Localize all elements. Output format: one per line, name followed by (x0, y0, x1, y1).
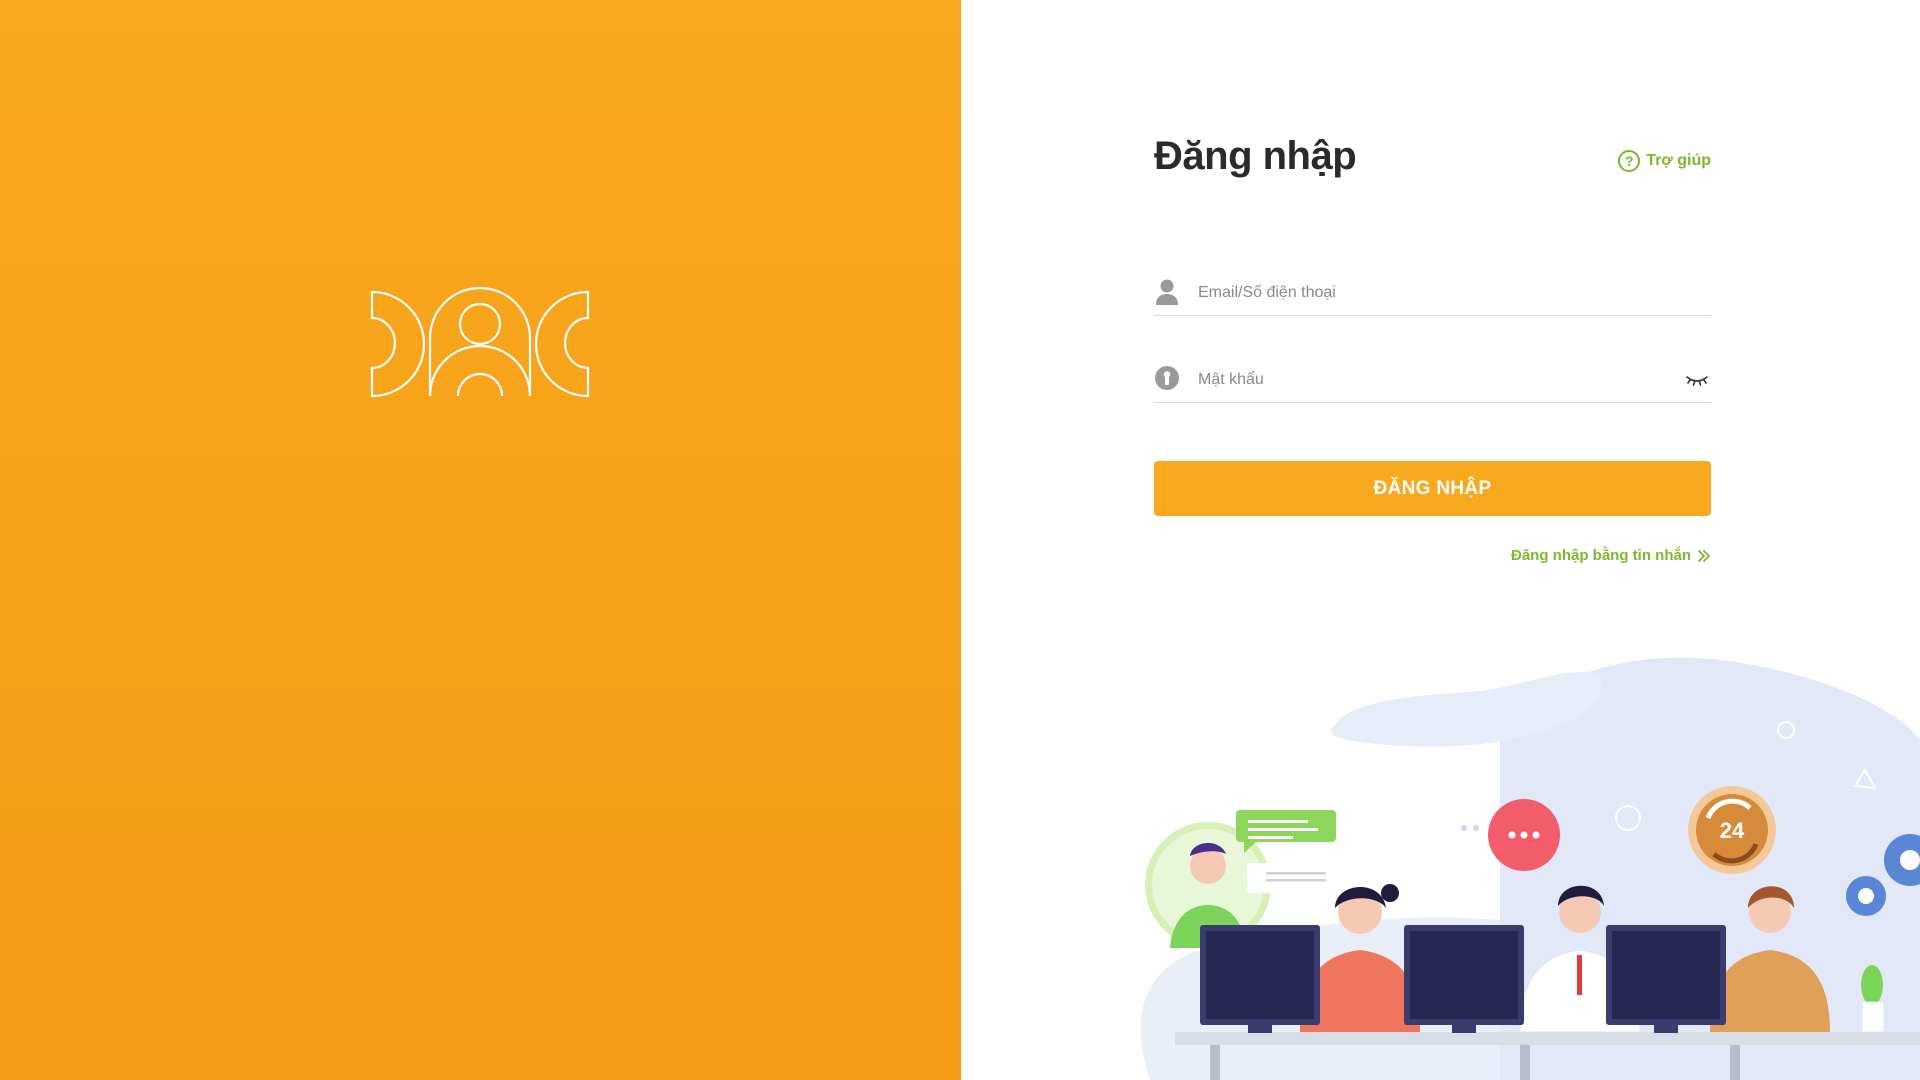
help-link[interactable]: ? Trợ giúp (1618, 150, 1711, 172)
login-submit-button[interactable]: ĐĂNG NHẬP (1154, 461, 1711, 516)
help-label: Trợ giúp (1646, 152, 1711, 169)
brand-panel (0, 0, 961, 1080)
user-icon (1156, 279, 1178, 305)
login-form: Đăng nhập ? Trợ giúp Email/Số điện thoại… (1154, 128, 1711, 564)
login-page: Đăng nhập ? Trợ giúp Email/Số điện thoại… (0, 0, 1920, 1080)
monitor-icon (1606, 925, 1726, 1033)
password-input[interactable] (1198, 365, 1668, 395)
sms-login-link[interactable]: Đăng nhập bằng tin nhắn (1154, 547, 1711, 564)
monitor-icon (1200, 925, 1320, 1033)
badge-text: 24 (1720, 818, 1745, 843)
question-circle-icon: ? (1618, 150, 1641, 172)
page-title: Đăng nhập (1154, 134, 1357, 178)
form-header: Đăng nhập ? Trợ giúp (1154, 128, 1711, 188)
double-chevron-right-icon (1698, 549, 1710, 562)
brand-logo-icon (370, 286, 590, 398)
keyhole-icon (1155, 366, 1179, 390)
monitor-icon (1404, 925, 1524, 1033)
eye-closed-icon[interactable] (1685, 373, 1709, 389)
email-input[interactable] (1198, 278, 1668, 308)
password-field (1154, 359, 1711, 403)
sms-login-label: Đăng nhập bằng tin nhắn (1511, 547, 1691, 564)
support-24h-icon: 24 (1688, 786, 1776, 874)
call-center-illustration: 24 (1140, 657, 1920, 1080)
desk (1175, 1032, 1920, 1045)
email-field (1154, 272, 1711, 316)
